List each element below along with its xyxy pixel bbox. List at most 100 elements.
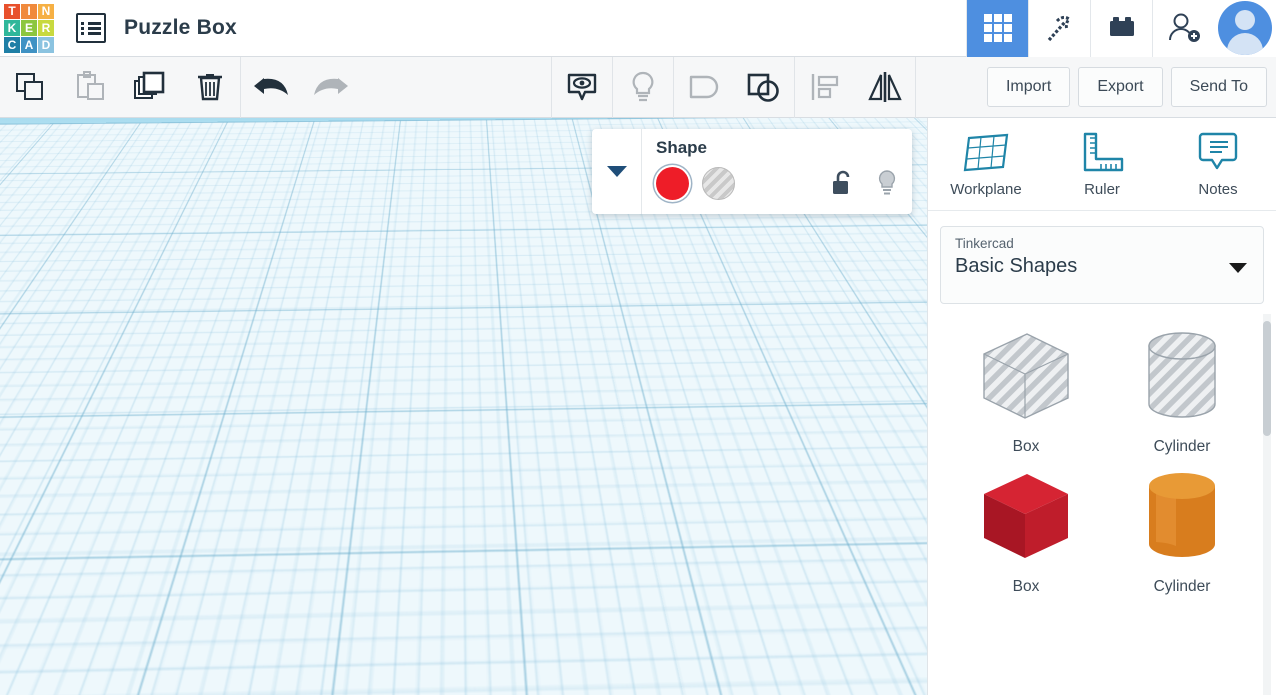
plus-icon [32,508,52,528]
mirror-button[interactable] [855,57,915,118]
fit-view-button[interactable] [22,448,61,487]
tinkercad-app: TINKERCAD Puzzle Box [0,0,1276,695]
redo-arrow-icon [312,74,350,100]
avatar-wrapper[interactable] [1214,0,1276,57]
gallery-grid-button[interactable] [966,0,1028,57]
blocks-button[interactable] [1090,0,1152,57]
notes-bubble-icon [1192,130,1244,176]
view-cube[interactable]: TOP FRONT [28,258,144,378]
edge-handle-front-bottom[interactable] [508,684,518,694]
library-kicker: Tinkercad [955,236,1249,251]
sendto-button[interactable]: Send To [1171,67,1267,107]
zoom-in-button[interactable] [22,498,61,537]
show-hide-button[interactable] [552,57,612,118]
grid-icon [984,14,1012,42]
workplane-grid-icon [960,130,1012,176]
toolbar-divider [915,57,916,118]
ruler-tool[interactable]: Ruler [1052,130,1152,198]
shape-panel-body: Shape [642,129,912,214]
height-handle-cone[interactable] [482,454,498,473]
workplane-tool[interactable]: Workplane [936,130,1036,198]
light-button[interactable] [613,57,673,118]
minus-icon [32,558,52,578]
io-button-group: Import Export Send To [987,67,1276,107]
shape-cylinder-orange[interactable]: Cylinder [1104,460,1260,596]
duplicate-icon [133,71,167,103]
align-icon [809,72,841,102]
logo-tile-d-8: D [38,37,54,53]
ruler-icon [1076,130,1128,176]
import-button[interactable]: Import [987,67,1070,107]
resize-handle-left[interactable] [375,572,388,585]
zoom-out-button[interactable] [22,548,61,587]
codeblocks-button[interactable] [1028,0,1090,57]
export-button[interactable]: Export [1078,67,1162,107]
edge-handle-back-left[interactable] [452,558,462,568]
resize-handle-right[interactable] [590,658,603,671]
edit-tool-group [0,57,361,118]
view-cube-front-face[interactable]: FRONT [40,301,117,369]
shape-box-hole[interactable]: Box [948,320,1104,456]
trash-icon [195,71,225,103]
edge-handle-front-left[interactable] [403,626,413,636]
logo-tile-a-7: A [21,37,37,53]
shape-library-select[interactable]: Tinkercad Basic Shapes [940,226,1264,304]
ungroup-button[interactable] [734,57,794,118]
shape-label: Box [1013,578,1040,596]
align-button[interactable] [795,57,855,118]
page-title: Puzzle Box [124,16,237,40]
shape-list-scrollbar-thumb[interactable] [1263,321,1271,436]
resize-handle-top[interactable] [482,493,495,506]
pickaxe-icon [1043,12,1077,44]
chevron-down-icon [607,166,627,177]
logo-tile-t-0: T [4,4,20,20]
hole-swatch[interactable] [702,167,735,200]
helper-tools-row: Workplane Ruler Notes [928,118,1276,211]
collapse-panel-button[interactable]: ❯ [907,417,927,475]
workplane-tool-label: Workplane [950,181,1021,198]
edge-handle-back-right[interactable] [556,597,566,607]
resize-handle-corner-mid[interactable] [525,540,538,553]
shape-library-panel: Workplane Ruler Notes Tinkercad Basic Sh… [927,118,1276,695]
lightbulb-icon[interactable] [876,169,898,197]
shape-panel-actions [832,169,898,197]
tinkercad-logo[interactable]: TINKERCAD [4,4,54,53]
shape-label: Cylinder [1154,438,1211,456]
unlock-icon[interactable] [832,170,854,196]
tooltip-line-2: (Orthographic) [87,632,243,657]
copy-icon [14,72,46,102]
shape-library-grid: Box Cylinder [928,320,1276,596]
mirror-icon [865,71,905,103]
copy-button[interactable] [0,57,60,118]
undo-button[interactable] [241,57,301,118]
shape-cylinder-hole[interactable]: Cylinder [1104,320,1260,456]
group-button[interactable] [674,57,734,118]
paste-button[interactable] [60,57,120,118]
notes-tool-label: Notes [1198,181,1237,198]
fit-brackets-icon [32,458,52,478]
home-view-button[interactable] [22,398,61,437]
perspective-toggle-button[interactable] [22,598,61,637]
shape-box-red[interactable]: Box [948,460,1104,596]
redo-button[interactable] [301,57,361,118]
view-cube-top-label: TOP [61,280,91,296]
cube-icon [31,607,52,628]
selected-shape-box[interactable] [360,414,640,695]
duplicate-button[interactable] [120,57,180,118]
box-hole-thumbnail [970,320,1082,432]
logo-tile-r-5: R [38,20,54,36]
delete-button[interactable] [180,57,240,118]
avatar[interactable] [1218,1,1272,55]
cylinder-orange-thumbnail [1126,460,1238,572]
project-list-icon[interactable] [76,13,106,43]
notes-tool[interactable]: Notes [1168,130,1268,198]
logo-tile-e-4: E [21,20,37,36]
chevron-down-icon [1229,263,1247,273]
library-value: Basic Shapes [955,255,1249,278]
app-header: TINKERCAD Puzzle Box [0,0,1276,57]
solid-color-swatch[interactable] [656,167,689,200]
shape-label: Cylinder [1154,578,1211,596]
box-red-thumbnail [970,460,1082,572]
invite-button[interactable] [1152,0,1214,57]
shape-panel-collapse-button[interactable] [592,129,642,214]
